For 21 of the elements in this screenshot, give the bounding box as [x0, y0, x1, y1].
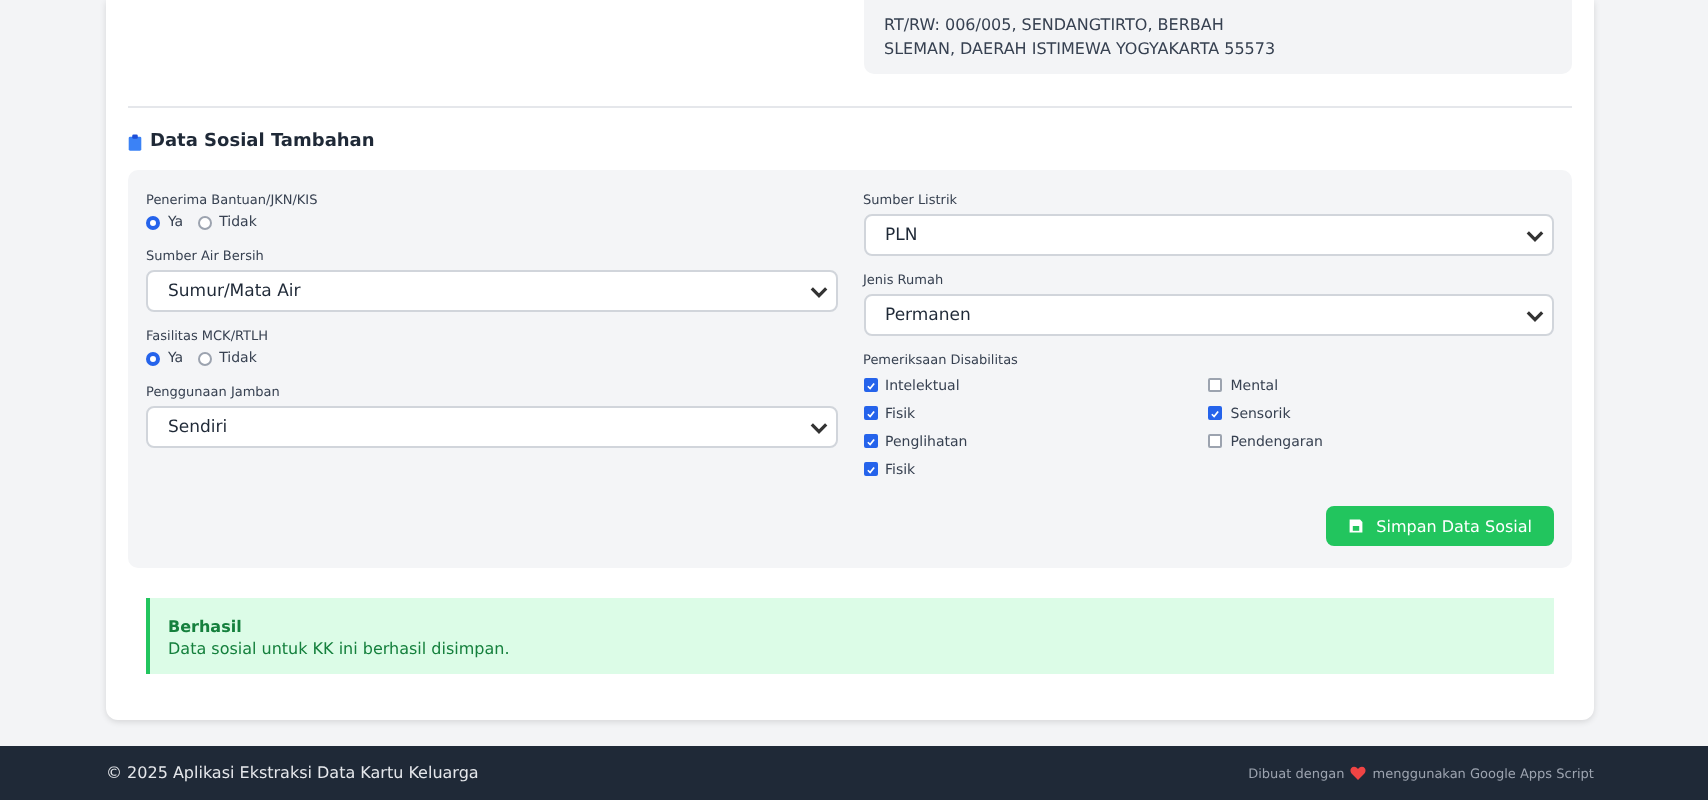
checkmark-icon — [865, 407, 875, 419]
checkmark-icon — [1210, 407, 1221, 419]
checkmark-icon — [865, 463, 875, 475]
alert-message: Data sosial untuk KK ini berhasil disimpan. — [168, 640, 512, 658]
alert-title: Berhasil — [168, 618, 244, 636]
checkmark-icon — [865, 379, 875, 391]
heart-icon — [1350, 766, 1367, 780]
select-field[interactable]: PLN — [863, 214, 1554, 256]
clipboard-icon — [128, 133, 142, 151]
select-field[interactable]: Sendiri — [146, 406, 837, 448]
chevron-down-icon — [809, 422, 827, 434]
address-line: SLEMAN, DAERAH ISTIMEWA YOGYAKARTA 55573 — [884, 38, 1278, 62]
chevron-down-icon — [1526, 230, 1544, 242]
select-field[interactable]: Permanen — [863, 294, 1554, 336]
copyright-text: © 2025 Aplikasi Ekstraksi Data Kartu Keluarga — [106, 764, 479, 782]
checkmark-icon — [865, 435, 875, 447]
select-field[interactable]: Sumur/Mata Air — [146, 270, 837, 312]
address-line: RT/RW: 006/005, SENDANGTIRTO, BERBAH — [884, 14, 1226, 38]
chevron-down-icon — [1526, 310, 1544, 322]
section-title: Data Sosial Tambahan — [150, 132, 375, 152]
chevron-down-icon — [809, 286, 827, 298]
